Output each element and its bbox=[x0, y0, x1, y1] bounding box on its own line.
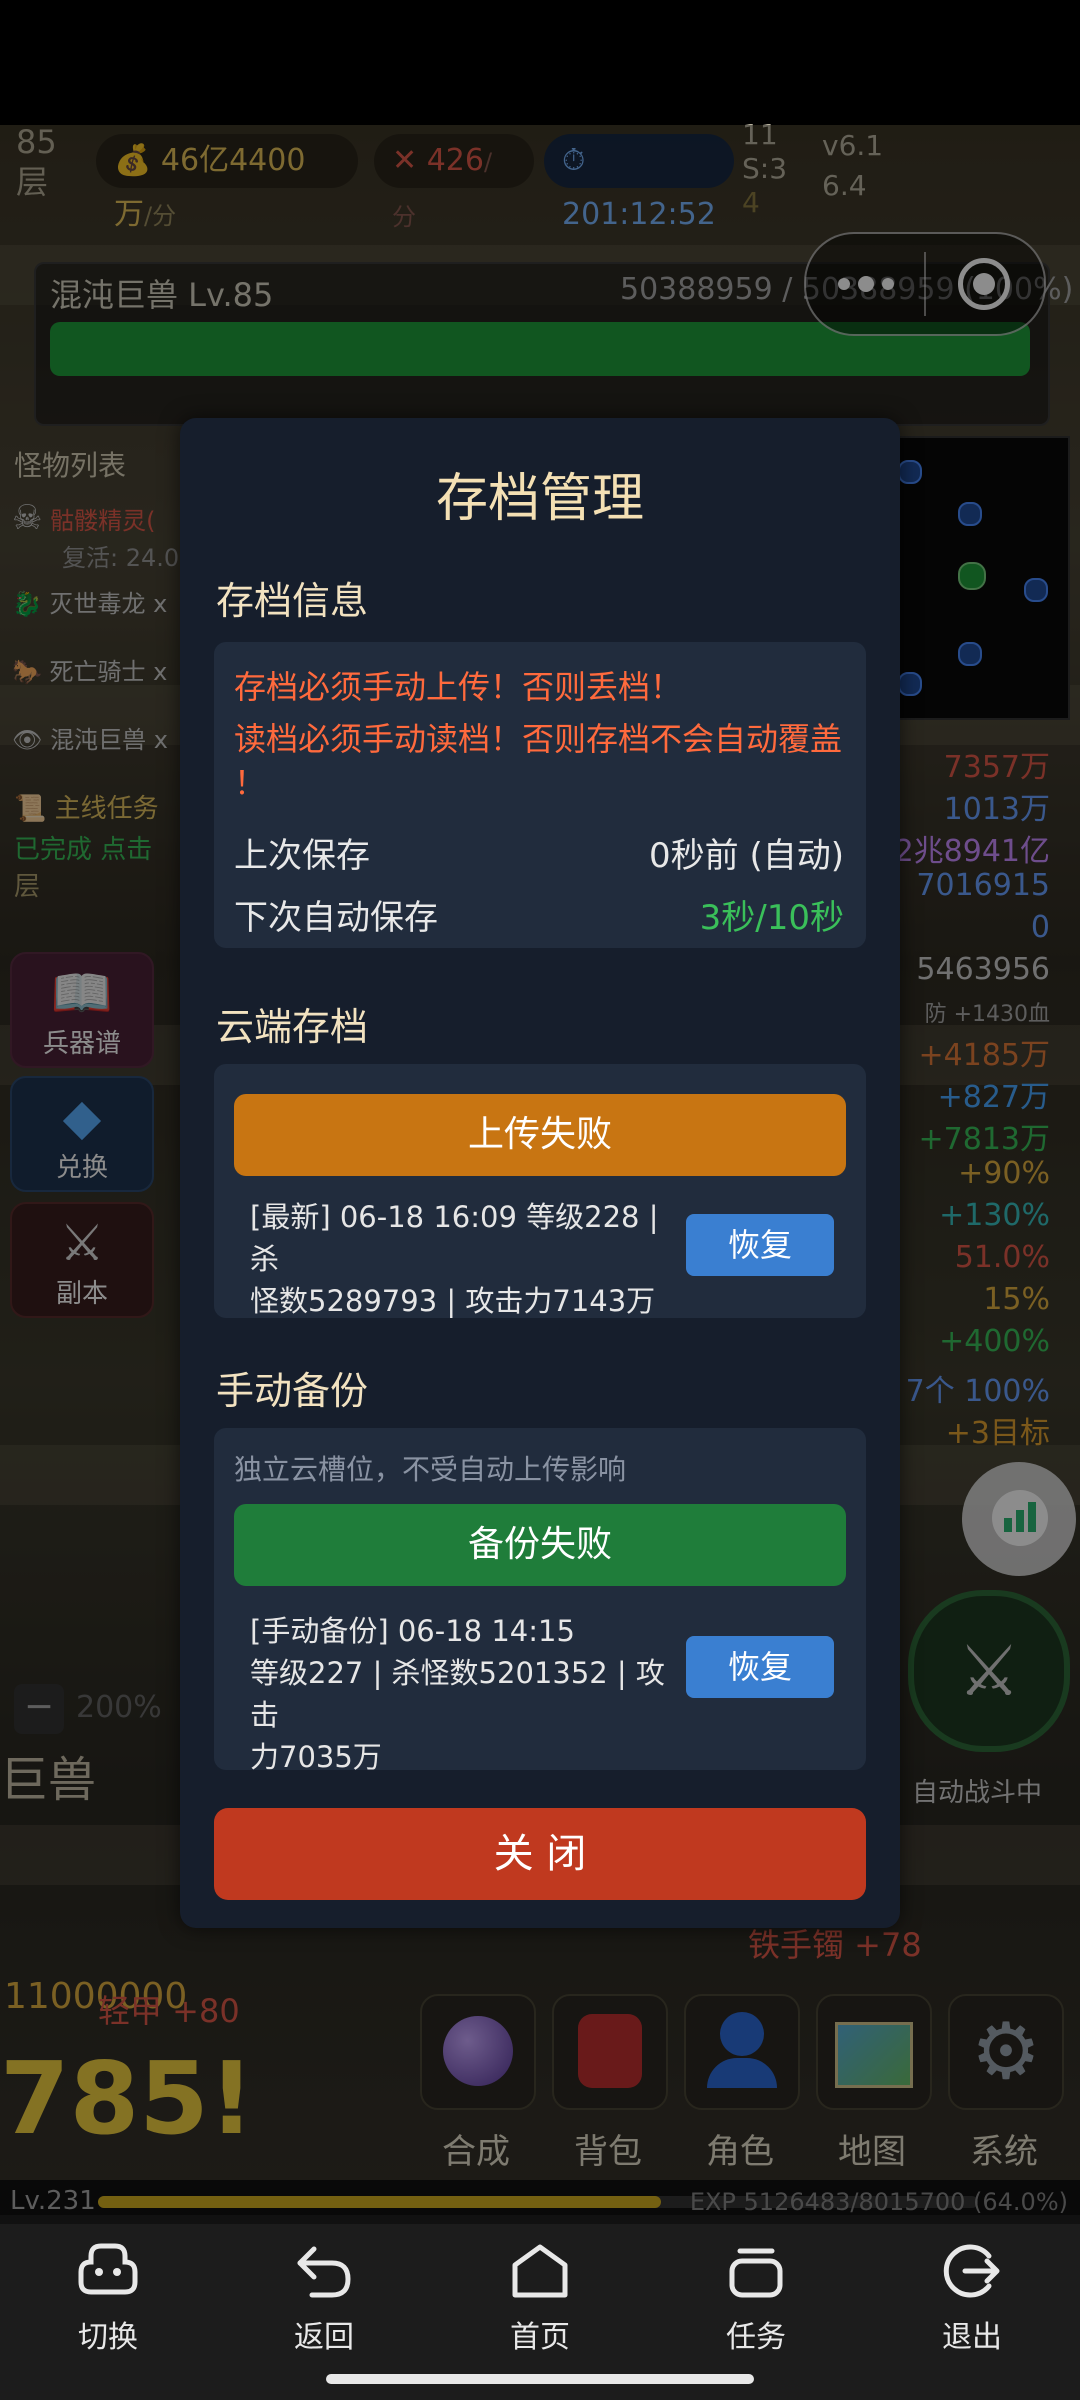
backup-info: [手动备份] 06-18 14:15 等级227 | 杀怪数5201352 | … bbox=[250, 1610, 670, 1778]
close-button[interactable]: 关 闭 bbox=[214, 1808, 866, 1900]
backup-button[interactable]: 备份失败 bbox=[234, 1504, 846, 1586]
save-manager-dialog: 存档管理 存档信息 存档必须手动上传！否则丢档！ 读档必须手动读档！否则存档不会… bbox=[180, 418, 900, 1928]
nav-switch-label: 切换 bbox=[78, 2320, 138, 2355]
save-info-heading: 存档信息 bbox=[216, 579, 369, 623]
cloud-save-info-line-2: 怪数5289793 | 攻击力7143万 bbox=[250, 1284, 656, 1318]
nav-back-label: 返回 bbox=[294, 2320, 354, 2355]
next-save-value: 3秒/10秒 bbox=[699, 898, 844, 938]
next-save-label: 下次自动保存 bbox=[234, 898, 438, 938]
exit-icon bbox=[943, 2244, 1000, 2298]
cloud-save-heading: 云端存档 bbox=[216, 1005, 369, 1049]
cloud-restore-button[interactable]: 恢复 bbox=[686, 1214, 834, 1276]
home-icon bbox=[512, 2244, 568, 2298]
manual-backup-card: 独立云槽位，不受自动上传影响 备份失败 [手动备份] 06-18 14:15 等… bbox=[214, 1428, 866, 1774]
nav-home-label: 首页 bbox=[510, 2320, 570, 2355]
manual-backup-heading: 手动备份 bbox=[216, 1369, 369, 1413]
dialog-title: 存档管理 bbox=[435, 469, 644, 529]
nav-tasks[interactable]: 任务 bbox=[686, 2236, 826, 2356]
backup-restore-button[interactable]: 恢复 bbox=[686, 1636, 834, 1698]
nav-back[interactable]: 返回 bbox=[254, 2236, 394, 2356]
nav-home[interactable]: 首页 bbox=[470, 2236, 610, 2356]
nav-tasks-label: 任务 bbox=[726, 2320, 786, 2355]
back-arrow-icon bbox=[297, 2246, 351, 2298]
upload-warning: 存档必须手动上传！否则丢档！ bbox=[234, 668, 683, 706]
upload-button[interactable]: 上传失败 bbox=[234, 1094, 846, 1176]
nav-exit[interactable]: 退出 bbox=[902, 2236, 1042, 2356]
load-warning-tail: ！ bbox=[234, 764, 267, 802]
backup-info-line-1: [手动备份] 06-18 14:15 bbox=[250, 1614, 575, 1648]
switch-icon bbox=[78, 2243, 138, 2295]
tasks-icon bbox=[729, 2248, 783, 2298]
nav-switch[interactable]: 切换 bbox=[38, 2236, 178, 2356]
save-info-card: 存档必须手动上传！否则丢档！ 读档必须手动读档！否则存档不会自动覆盖 ！ 上次保… bbox=[214, 642, 866, 948]
home-indicator[interactable] bbox=[326, 2374, 754, 2384]
load-warning: 读档必须手动读档！否则存档不会自动覆盖 bbox=[234, 720, 843, 758]
last-save-label: 上次保存 bbox=[234, 836, 370, 876]
nav-exit-label: 退出 bbox=[942, 2320, 1002, 2355]
cloud-save-card: 上传失败 [最新] 06-18 16:09 等级228 | 杀 怪数528979… bbox=[214, 1064, 866, 1318]
backup-info-line-3: 力7035万 bbox=[250, 1740, 382, 1774]
last-save-value: 0秒前 (自动) bbox=[649, 836, 844, 876]
backup-info-line-2: 等级227 | 杀怪数5201352 | 攻击 bbox=[250, 1656, 665, 1732]
cloud-save-info: [最新] 06-18 16:09 等级228 | 杀 怪数5289793 | 攻… bbox=[250, 1196, 670, 1322]
cloud-save-info-line-1: [最新] 06-18 16:09 等级228 | 杀 bbox=[250, 1200, 659, 1276]
backup-hint: 独立云槽位，不受自动上传影响 bbox=[234, 1453, 627, 1486]
